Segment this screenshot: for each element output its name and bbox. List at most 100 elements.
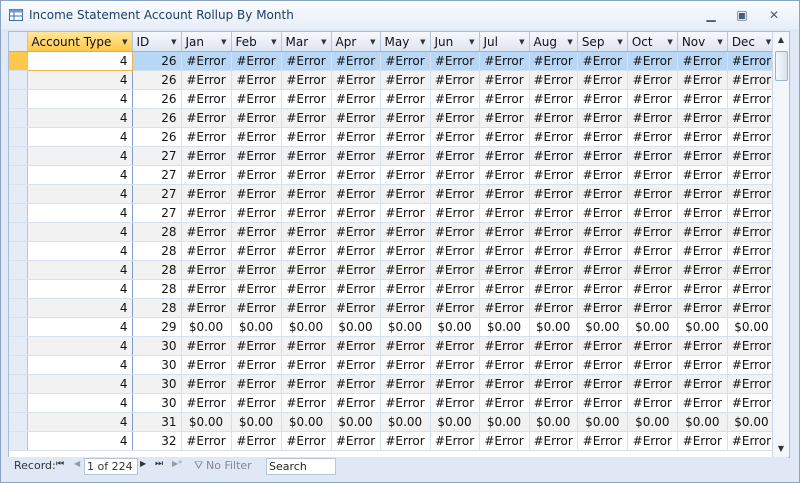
cell-month-value[interactable]: #Error [627,70,678,90]
next-record-icon[interactable]: ▶ [140,459,146,468]
cell-month-value[interactable]: #Error [331,184,381,204]
cell-month-value[interactable]: #Error [727,355,777,375]
cell-month-value[interactable]: #Error [331,355,381,375]
dropdown-arrow-icon[interactable]: ▼ [122,38,127,46]
cell-account-type[interactable]: 4 [27,70,133,90]
cell-month-value[interactable]: #Error [727,51,777,71]
cell-month-value[interactable]: #Error [727,336,777,356]
cell-month-value[interactable]: $0.00 [380,412,431,432]
cell-month-value[interactable]: #Error [231,241,282,261]
cell-month-value[interactable]: #Error [331,89,381,109]
cell-month-value[interactable]: #Error [529,393,578,413]
dropdown-arrow-icon[interactable]: ▼ [519,38,524,46]
record-selector[interactable] [9,431,28,451]
cell-month-value[interactable]: #Error [677,374,728,394]
cell-month-value[interactable]: #Error [231,165,282,185]
cell-month-value[interactable]: #Error [380,203,431,223]
record-selector[interactable] [9,393,28,413]
cell-month-value[interactable]: #Error [380,393,431,413]
cell-month-value[interactable]: #Error [727,127,777,147]
cell-month-value[interactable]: #Error [627,108,678,128]
cell-id[interactable]: 28 [132,298,182,318]
cell-id[interactable]: 27 [132,203,182,223]
cell-id[interactable]: 26 [132,70,182,90]
table-row[interactable]: 4 29 $0.00 $0.00 $0.00 $0.00 $0.00 $0.00 $0.00 $0… [9,317,777,337]
cell-month-value[interactable]: #Error [231,279,282,299]
cell-month-value[interactable]: #Error [181,51,232,71]
cell-month-value[interactable]: $0.00 [231,317,282,337]
cell-month-value[interactable]: #Error [627,51,678,71]
cell-month-value[interactable]: #Error [677,241,728,261]
cell-month-value[interactable]: #Error [479,184,530,204]
dropdown-arrow-icon[interactable]: ▼ [717,38,722,46]
cell-month-value[interactable]: #Error [627,336,678,356]
column-header-aug[interactable]: Aug ▼ [529,32,578,52]
cell-id[interactable]: 28 [132,279,182,299]
cell-month-value[interactable]: #Error [577,355,628,375]
cell-month-value[interactable]: #Error [479,203,530,223]
record-selector[interactable] [9,374,28,394]
table-row[interactable]: 4 26 #Error #Error #Error #Error #Error #Error #… [9,127,777,147]
cell-month-value[interactable]: #Error [677,336,728,356]
cell-month-value[interactable]: #Error [181,374,232,394]
cell-month-value[interactable]: #Error [231,298,282,318]
cell-account-type[interactable]: 4 [27,431,133,451]
cell-month-value[interactable]: #Error [430,355,480,375]
cell-month-value[interactable]: #Error [380,279,431,299]
select-all-corner[interactable] [9,32,28,52]
cell-month-value[interactable]: #Error [380,222,431,242]
cell-id[interactable]: 27 [132,184,182,204]
cell-month-value[interactable]: #Error [479,108,530,128]
cell-month-value[interactable]: #Error [479,260,530,280]
cell-month-value[interactable]: $0.00 [181,412,232,432]
column-header-feb[interactable]: Feb ▼ [231,32,282,52]
cell-month-value[interactable]: #Error [331,70,381,90]
record-selector[interactable] [9,222,28,242]
cell-month-value[interactable]: #Error [331,241,381,261]
cell-month-value[interactable]: $0.00 [281,317,332,337]
cell-month-value[interactable]: #Error [331,146,381,166]
cell-month-value[interactable]: #Error [577,431,628,451]
cell-month-value[interactable]: #Error [281,260,332,280]
table-row[interactable]: 4 28 #Error #Error #Error #Error #Error #Error #… [9,222,777,242]
cell-month-value[interactable]: #Error [181,431,232,451]
cell-month-value[interactable]: #Error [380,51,431,71]
cell-month-value[interactable]: #Error [181,279,232,299]
column-header-account-type[interactable]: Account Type ▼ [27,32,133,52]
cell-account-type[interactable]: 4 [27,203,133,223]
cell-month-value[interactable]: #Error [627,355,678,375]
record-selector[interactable] [9,260,28,280]
cell-month-value[interactable]: #Error [380,431,431,451]
cell-month-value[interactable]: $0.00 [331,317,381,337]
cell-account-type[interactable]: 4 [26,51,133,71]
cell-month-value[interactable]: #Error [529,51,578,71]
cell-month-value[interactable]: #Error [380,165,431,185]
record-selector[interactable] [9,89,28,109]
cell-month-value[interactable]: #Error [479,355,530,375]
cell-month-value[interactable]: #Error [577,70,628,90]
cell-month-value[interactable]: #Error [577,108,628,128]
cell-month-value[interactable]: #Error [529,374,578,394]
cell-month-value[interactable]: #Error [677,51,728,71]
cell-month-value[interactable]: #Error [577,184,628,204]
column-header-apr[interactable]: Apr ▼ [331,32,381,52]
cell-month-value[interactable]: #Error [727,184,777,204]
cell-month-value[interactable]: #Error [181,127,232,147]
cell-month-value[interactable]: #Error [577,260,628,280]
cell-month-value[interactable]: #Error [479,431,530,451]
cell-month-value[interactable]: #Error [181,393,232,413]
cell-month-value[interactable]: #Error [430,222,480,242]
table-row[interactable]: 4 27 #Error #Error #Error #Error #Error #Error #… [9,146,777,166]
cell-month-value[interactable]: #Error [281,89,332,109]
cell-id[interactable]: 26 [132,89,182,109]
record-selector[interactable] [9,70,28,90]
minimize-button[interactable]: ▁ [700,6,722,24]
cell-month-value[interactable]: #Error [577,241,628,261]
cell-month-value[interactable]: #Error [231,108,282,128]
cell-month-value[interactable]: $0.00 [181,317,232,337]
record-selector[interactable] [9,203,28,223]
filter-funnel-icon[interactable]: ⛛ [194,459,203,473]
cell-account-type[interactable]: 4 [27,393,133,413]
cell-month-value[interactable]: #Error [380,108,431,128]
cell-month-value[interactable]: #Error [577,279,628,299]
